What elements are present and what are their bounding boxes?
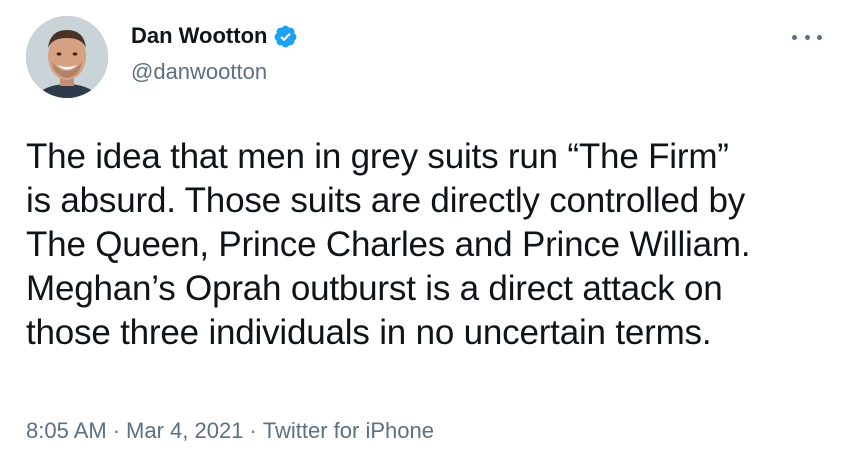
avatar[interactable] [26,16,108,98]
tweet-card: Dan Wootton @danwootton The idea that me… [0,0,850,465]
author-name-row: Dan Wootton [131,22,298,50]
more-options-icon[interactable] [792,27,822,47]
tweet-source[interactable]: Twitter for iPhone [263,417,434,445]
dot-icon [817,34,822,40]
tweet-text-line: those three individuals in no uncertain … [26,313,712,352]
dot-icon [804,34,810,40]
dot-icon [792,34,797,40]
tweet-text-line: The idea that men in grey suits run “The… [26,137,729,176]
meta-separator: · [112,418,121,443]
tweet-date[interactable]: Mar 4, 2021 [126,417,243,445]
meta-separator: · [249,418,257,443]
author-display-name[interactable]: Dan Wootton [131,22,267,50]
tweet-text-line: is absurd. Those suits are directly cont… [26,181,746,220]
tweet-text: The idea that men in grey suits run “The… [26,135,836,355]
tweet-time[interactable]: 8:05 AM [26,417,107,445]
tweet-text-line: The Queen, Prince Charles and Prince Wil… [26,225,751,264]
tweet-text-line: Meghan’s Oprah outburst is a direct atta… [26,269,723,308]
tweet-meta: 8:05 AM · Mar 4, 2021 · Twitter for iPho… [26,417,434,445]
verified-badge-icon [273,24,298,49]
author-handle[interactable]: @danwootton [131,58,267,86]
